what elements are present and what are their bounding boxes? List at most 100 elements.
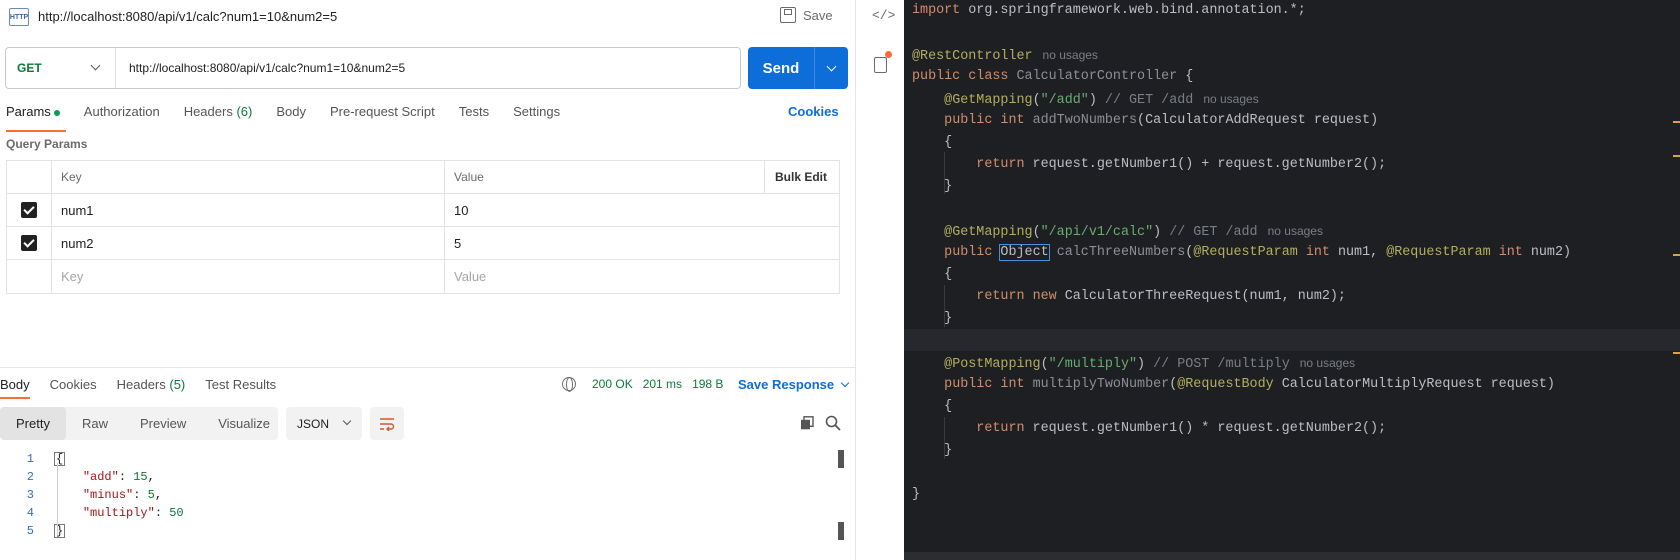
- wrap-lines-button[interactable]: [370, 407, 404, 440]
- postman-panel: HTTP http://localhost:8080/api/v1/calc?n…: [0, 0, 855, 560]
- response-body-code[interactable]: 1{ 2 "add": 15, 3 "minus": 5, 4 "multipl…: [0, 450, 855, 540]
- tab-response-body[interactable]: Body: [0, 377, 30, 399]
- line-number: 4: [26, 506, 34, 520]
- keyword: int: [1000, 377, 1025, 392]
- response-status: 200 OK 201 ms 198 B: [562, 377, 723, 392]
- send-label: Send: [762, 59, 800, 77]
- method-name: calcThreeNumbers: [1056, 245, 1186, 260]
- tab-authorization[interactable]: Authorization: [84, 104, 160, 128]
- usage-hint[interactable]: no usages: [1300, 356, 1355, 370]
- code-line: import org.springframework.web.bind.anno…: [912, 0, 1306, 22]
- side-toolbar: </>: [855, 0, 904, 560]
- code-line: 4 "multiply": 50: [0, 504, 855, 522]
- code-line: 5}: [0, 522, 855, 540]
- tab-headers[interactable]: Headers (6): [184, 104, 253, 128]
- response-time[interactable]: 201 ms: [643, 377, 682, 391]
- response-divider[interactable]: [0, 367, 855, 368]
- code-line: {: [912, 396, 952, 418]
- line-number: 3: [26, 488, 34, 502]
- brace: }: [944, 179, 953, 194]
- json-value: 5: [147, 488, 155, 502]
- change-marker[interactable]: [1673, 121, 1680, 123]
- usage-hint[interactable]: no usages: [1043, 48, 1098, 62]
- tab-response-cookies[interactable]: Cookies: [50, 377, 97, 392]
- code-line: {: [912, 264, 952, 286]
- cookies-link[interactable]: Cookies: [788, 104, 839, 119]
- key-header: Key: [52, 161, 445, 193]
- method-select[interactable]: GET: [6, 48, 116, 88]
- expression: request.getNumber1() * request.getNumber…: [1024, 421, 1387, 436]
- param-key[interactable]: num1: [52, 194, 445, 226]
- row-checkbox-cell: [7, 260, 52, 293]
- brace: {: [944, 135, 953, 150]
- checkbox-checked[interactable]: [21, 202, 37, 218]
- response-size[interactable]: 198 B: [692, 377, 723, 391]
- view-raw[interactable]: Raw: [66, 407, 124, 440]
- code-editor[interactable]: import org.springframework.web.bind.anno…: [904, 0, 1680, 560]
- globe-icon[interactable]: [562, 377, 576, 392]
- code-line: @PostMapping("/multiply") // POST /multi…: [944, 356, 1356, 372]
- code-line: }: [912, 308, 952, 330]
- import-path: org.springframework.web.bind.annotation.…: [960, 3, 1306, 18]
- documentation-icon[interactable]: [874, 57, 887, 73]
- change-marker[interactable]: [1673, 352, 1680, 354]
- line-number: 5: [26, 524, 34, 538]
- code-snippet-icon[interactable]: </>: [872, 8, 895, 23]
- param-value[interactable]: 5: [445, 227, 839, 259]
- url-input[interactable]: [116, 48, 740, 88]
- class-name: CalculatorController: [1016, 69, 1178, 84]
- tab-prerequest-script[interactable]: Pre-request Script: [330, 104, 435, 128]
- code-line: 1{: [0, 450, 855, 468]
- keyword: class: [968, 69, 1009, 84]
- view-pretty[interactable]: Pretty: [0, 407, 66, 440]
- code-line: @GetMapping("/add") // GET /add no usages: [944, 92, 1259, 108]
- tab-settings[interactable]: Settings: [513, 104, 560, 128]
- http-request-icon: HTTP: [9, 8, 29, 26]
- tab-params[interactable]: Params: [6, 104, 66, 132]
- keyword: int: [1305, 245, 1330, 260]
- code-line: 2 "add": 15,: [0, 468, 855, 486]
- view-visualize[interactable]: Visualize: [202, 407, 286, 440]
- scrollbar-thumb[interactable]: [838, 522, 844, 540]
- status-code[interactable]: 200 OK: [592, 377, 633, 391]
- format-label: JSON: [297, 416, 330, 431]
- usage-hint[interactable]: no usages: [1268, 224, 1323, 238]
- tab-tests[interactable]: Tests: [459, 104, 489, 128]
- bulk-edit-button[interactable]: Bulk Edit: [765, 161, 839, 193]
- checkbox-checked[interactable]: [21, 235, 37, 251]
- value-placeholder[interactable]: Value: [445, 260, 839, 293]
- send-button[interactable]: Send: [748, 47, 848, 89]
- keyword: return: [976, 157, 1025, 172]
- view-preview[interactable]: Preview: [124, 407, 202, 440]
- code-line: public class CalculatorController {: [912, 66, 1193, 88]
- tab-test-results[interactable]: Test Results: [205, 377, 276, 392]
- scrollbar-thumb[interactable]: [838, 450, 844, 468]
- save-button[interactable]: Save: [780, 7, 833, 23]
- search-icon[interactable]: [825, 415, 841, 431]
- close-brace: }: [54, 524, 66, 538]
- usage-hint[interactable]: no usages: [1203, 92, 1258, 106]
- tab-body[interactable]: Body: [276, 104, 306, 128]
- send-options-button[interactable]: [815, 61, 848, 71]
- string-literal: "/multiply": [1048, 357, 1138, 372]
- format-select[interactable]: JSON: [286, 407, 362, 440]
- save-response-button[interactable]: Save Response: [738, 377, 850, 392]
- key-placeholder[interactable]: Key: [52, 260, 445, 293]
- code-line: public int addTwoNumbers(CalculatorAddRe…: [912, 110, 1378, 132]
- editor-horizontal-scrollbar[interactable]: [904, 552, 1680, 560]
- save-response-label: Save Response: [738, 377, 835, 392]
- code-line: }: [912, 484, 920, 506]
- change-marker[interactable]: [1673, 254, 1680, 256]
- comment: // POST /multiply: [1153, 357, 1290, 372]
- param-value[interactable]: 10: [445, 194, 839, 226]
- request-tabs: Params Authorization Headers (6) Body Pr…: [6, 104, 584, 132]
- query-params-title: Query Params: [6, 137, 88, 151]
- param-key[interactable]: num2: [52, 227, 445, 259]
- keyword: int: [1000, 113, 1025, 128]
- copy-icon[interactable]: [800, 416, 814, 430]
- code-line: public int multiplyTwoNumber(@RequestBod…: [944, 377, 1555, 392]
- selected-type[interactable]: Object: [999, 244, 1050, 261]
- tab-response-headers[interactable]: Headers (5): [117, 377, 186, 392]
- request-title[interactable]: http://localhost:8080/api/v1/calc?num1=1…: [38, 9, 337, 24]
- change-marker[interactable]: [1673, 155, 1680, 157]
